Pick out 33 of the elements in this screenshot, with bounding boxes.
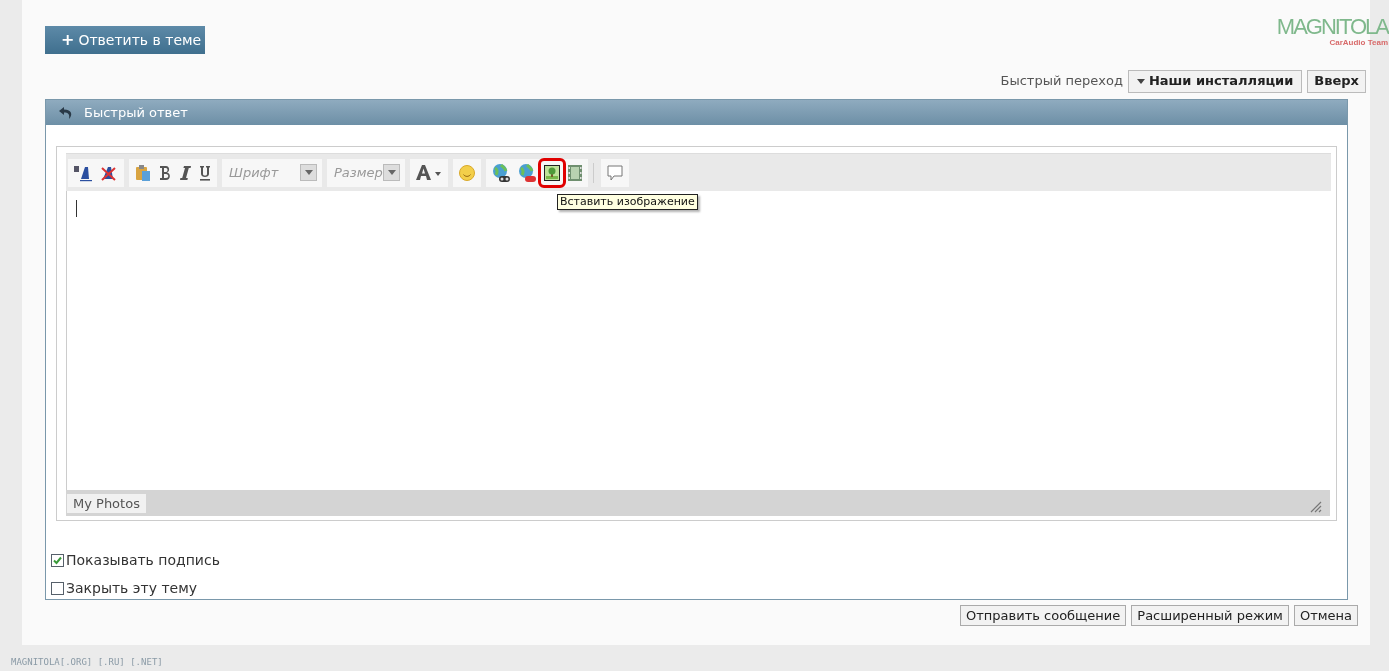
checkbox[interactable] — [51, 554, 64, 567]
footer-text: MAGNITOLA[.ORG] [.RU] [.NET] — [11, 656, 163, 669]
resize-grip-icon[interactable] — [1310, 501, 1322, 513]
clipboard-icon — [134, 163, 152, 182]
smiley-icon — [458, 163, 476, 182]
globe-unlink-icon — [517, 162, 537, 183]
text-size-icon — [73, 163, 93, 182]
speech-bubble-icon — [606, 163, 624, 182]
underline-icon — [198, 164, 212, 181]
my-photos-tab[interactable]: My Photos — [67, 494, 146, 513]
reply-arrow-icon — [58, 104, 74, 121]
logo-title: MAGNITOLA — [1276, 16, 1388, 38]
caret-icon — [1136, 78, 1145, 84]
logo-subtitle: CarAudio Team — [1329, 38, 1388, 47]
text-color-icon — [415, 163, 443, 182]
form-button[interactable]: Расширенный режим — [1131, 605, 1289, 626]
form-button[interactable]: Отмена — [1293, 605, 1358, 626]
reply-button[interactable]: + Ответить в теме — [45, 26, 205, 54]
picture-icon — [543, 163, 561, 182]
panel-title: Быстрый ответ — [84, 103, 188, 122]
bold-icon — [158, 164, 172, 181]
top-button[interactable]: Вверх — [1307, 69, 1366, 93]
film-strip-icon — [567, 163, 583, 182]
globe-link-icon — [491, 162, 511, 183]
form-button[interactable]: Отправить сообщение — [960, 605, 1127, 626]
quick-jump-label: Быстрый переход — [1000, 72, 1123, 91]
checkbox-label: Закрыть эту тему — [66, 579, 197, 598]
plus-icon: + — [61, 28, 75, 52]
checkbox[interactable] — [51, 582, 64, 595]
forum-dropdown[interactable]: Наши инсталляции — [1127, 69, 1303, 93]
checkbox-label: Показывать подпись — [66, 551, 220, 570]
text-cursor — [76, 200, 77, 217]
italic-icon — [178, 164, 192, 181]
